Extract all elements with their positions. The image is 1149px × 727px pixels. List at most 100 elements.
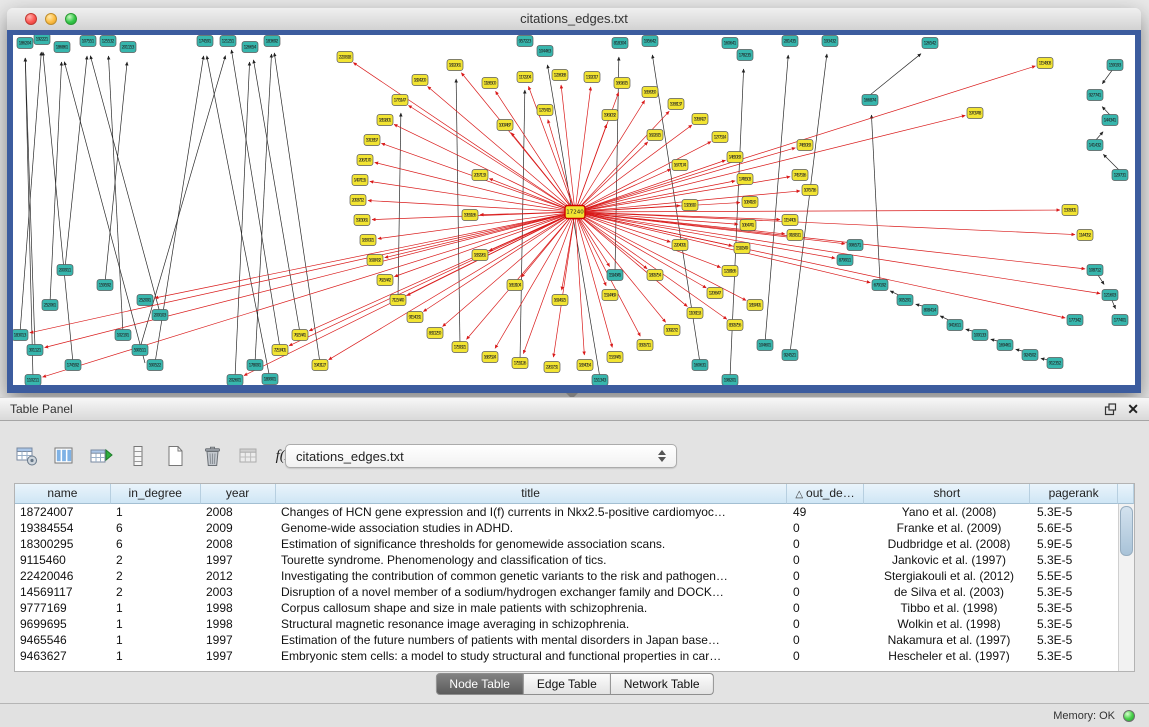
- graph-node[interactable]: 1075716: [802, 185, 818, 196]
- graph-node[interactable]: 1830021: [360, 235, 376, 246]
- clear-table-icon[interactable]: [236, 443, 262, 469]
- graph-node[interactable]: 281435: [782, 36, 798, 47]
- graph-node[interactable]: 121603: [1102, 290, 1118, 301]
- close-panel-icon[interactable]: ✕: [1127, 398, 1139, 420]
- graph-node[interactable]: 1275415: [537, 105, 553, 116]
- tab-node-table[interactable]: Node Table: [435, 673, 524, 695]
- graph-node[interactable]: 8595756: [727, 320, 743, 331]
- scrollbar-thumb[interactable]: [1120, 506, 1133, 556]
- graph-node[interactable]: 178235: [737, 50, 753, 61]
- graph-node[interactable]: 1755126: [512, 358, 528, 369]
- graph-node[interactable]: 9189511: [787, 230, 803, 241]
- graph-node[interactable]: 174591: [197, 36, 213, 47]
- graph-node[interactable]: 1653104: [507, 280, 523, 291]
- citation-network-graph[interactable]: 1822061182420017751471851801191385720671…: [13, 35, 1135, 385]
- graph-node[interactable]: 102191: [115, 330, 131, 341]
- new-file-icon[interactable]: [162, 443, 188, 469]
- graph-node[interactable]: 1595801: [1062, 205, 1078, 216]
- vertical-scrollbar[interactable]: [1118, 504, 1134, 671]
- graph-node[interactable]: 200911: [57, 265, 73, 276]
- graph-node[interactable]: 924502: [1022, 350, 1038, 361]
- graph-node[interactable]: 2067170: [357, 155, 373, 166]
- graph-node[interactable]: 110211: [25, 375, 41, 386]
- graph-node[interactable]: 177401: [1112, 315, 1128, 326]
- graph-node[interactable]: 174592: [65, 360, 81, 371]
- graph-node[interactable]: 1614625: [552, 295, 568, 306]
- graph-node[interactable]: 957223: [517, 36, 533, 47]
- graph-node[interactable]: 1622615: [647, 130, 663, 141]
- graph-node[interactable]: 590522: [147, 360, 163, 371]
- column-header-title[interactable]: title: [276, 484, 787, 504]
- graph-node[interactable]: 924521: [782, 350, 798, 361]
- graph-node[interactable]: 1921061: [354, 215, 370, 226]
- trash-icon[interactable]: [199, 443, 225, 469]
- graph-node[interactable]: 1748503: [737, 174, 753, 185]
- column-header-name[interactable]: name: [15, 484, 111, 504]
- graph-node[interactable]: 1961032: [602, 110, 618, 121]
- table-row[interactable]: 911546021997Tourette syndrome. Phenomeno…: [15, 552, 1134, 568]
- graph-node[interactable]: 1832261: [472, 250, 488, 261]
- graph-node[interactable]: 126654: [242, 42, 258, 53]
- table-row[interactable]: 977716911998Corpus callosum shape and si…: [15, 600, 1134, 616]
- column-header-year[interactable]: year: [201, 484, 276, 504]
- graph-node[interactable]: 1277514: [712, 132, 728, 143]
- column-header-out_de[interactable]: △out_de…: [787, 484, 865, 504]
- graph-node[interactable]: 2261731: [544, 362, 560, 373]
- table-row[interactable]: 946362711997Embryonic stem cells: a mode…: [15, 648, 1134, 664]
- graph-node[interactable]: 192221: [34, 35, 50, 45]
- graph-node[interactable]: 1172204: [517, 72, 533, 83]
- graph-node[interactable]: 209103: [152, 310, 168, 321]
- graph-node[interactable]: 679192: [872, 280, 888, 291]
- graph-node[interactable]: 126542: [922, 38, 938, 49]
- graph-node[interactable]: 108712: [1087, 265, 1103, 276]
- graph-node[interactable]: 104463: [537, 46, 553, 57]
- graph-node[interactable]: 1064741: [740, 220, 756, 231]
- graph-node[interactable]: 1514469: [602, 290, 618, 301]
- graph-node[interactable]: 159193: [1107, 60, 1123, 71]
- graph-node[interactable]: 1759321: [452, 342, 468, 353]
- graph-node[interactable]: 1144052: [1077, 230, 1093, 241]
- graph-node[interactable]: 1859491: [747, 300, 763, 311]
- graph-node[interactable]: 7625441: [292, 330, 308, 341]
- graph-node[interactable]: 1533445: [607, 352, 623, 363]
- window-titlebar[interactable]: citations_edges.txt: [7, 8, 1141, 31]
- network-canvas[interactable]: 1822061182420017751471851801191385720671…: [13, 35, 1135, 385]
- graph-node[interactable]: 941611: [947, 320, 963, 331]
- table-row[interactable]: 1830029562008Estimation of significance …: [15, 536, 1134, 552]
- graph-node[interactable]: 2220618: [337, 52, 353, 63]
- graph-node[interactable]: 121251: [220, 36, 236, 47]
- graph-node[interactable]: 1677174: [672, 160, 688, 171]
- table-settings-icon[interactable]: [14, 443, 40, 469]
- graph-node[interactable]: 8811250: [427, 328, 443, 339]
- graph-node[interactable]: 1218166: [722, 266, 738, 277]
- graph-node[interactable]: 1973748: [967, 108, 983, 119]
- graph-node[interactable]: 1084180: [742, 197, 758, 208]
- graph-node[interactable]: 1186500: [482, 78, 498, 89]
- graph-node[interactable]: 169461: [997, 340, 1013, 351]
- graph-node[interactable]: 1154405: [782, 215, 798, 226]
- graph-node[interactable]: 178091: [247, 360, 263, 371]
- graph-node[interactable]: 1938137: [668, 99, 684, 110]
- graph-node[interactable]: 177342: [1067, 315, 1083, 326]
- graph-node[interactable]: 2093712: [350, 195, 366, 206]
- graph-node[interactable]: 9595711: [637, 340, 653, 351]
- graph-node[interactable]: 1955186: [462, 210, 478, 221]
- graph-node[interactable]: 1687524: [482, 352, 498, 363]
- graph-node[interactable]: 818304: [612, 38, 628, 49]
- graph-node[interactable]: 252061: [42, 300, 58, 311]
- graph-node[interactable]: 1775147: [392, 95, 408, 106]
- graph-node[interactable]: 301121: [27, 345, 43, 356]
- graph-node[interactable]: 193432: [822, 36, 838, 47]
- graph-node[interactable]: 186204: [17, 38, 33, 49]
- graph-node[interactable]: 1834054: [577, 360, 593, 371]
- show-columns-icon[interactable]: [51, 443, 77, 469]
- graph-node[interactable]: 129731: [1112, 170, 1128, 181]
- graph-node[interactable]: 198201: [722, 375, 738, 386]
- graph-node[interactable]: 7485083: [797, 140, 813, 151]
- graph-node[interactable]: 879911: [837, 255, 853, 266]
- graph-node[interactable]: 166874: [862, 95, 878, 106]
- graph-node[interactable]: 1510549: [734, 243, 750, 254]
- graph-node[interactable]: 160641: [722, 38, 738, 49]
- graph-node[interactable]: 144341: [1102, 115, 1118, 126]
- graph-node[interactable]: 186861: [54, 42, 70, 53]
